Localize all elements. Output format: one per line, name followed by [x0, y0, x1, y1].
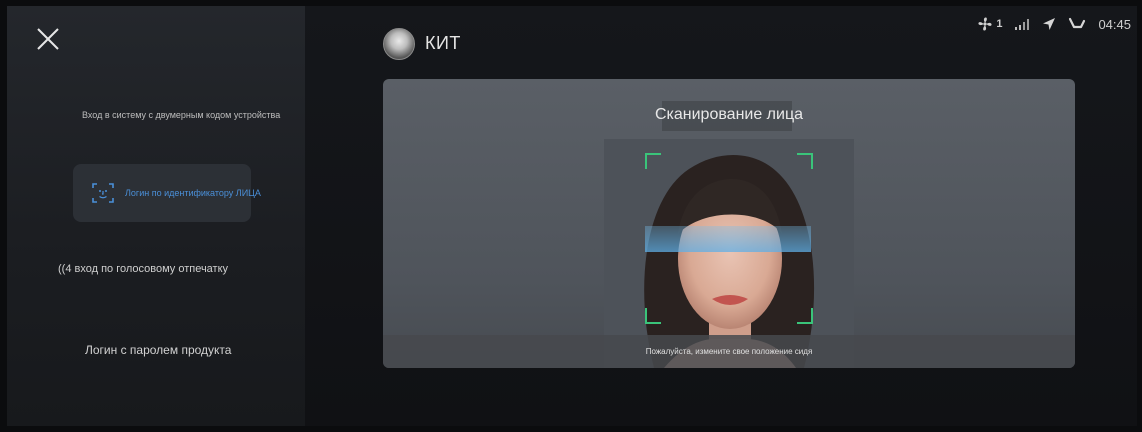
face-scan-icon [91, 181, 115, 205]
face-frame-corner [645, 308, 661, 324]
fan-status: 1 [977, 16, 1002, 32]
login-option-label: Логин по идентификатору ЛИЦА [125, 188, 261, 198]
scan-hint-text: Пожалуйста, измените свое положение сидя [645, 347, 813, 356]
user-name: КИТ [425, 33, 461, 53]
login-option-label: Вход в систему с двумерным кодом устройс… [82, 110, 281, 120]
signal-icon [1015, 19, 1030, 30]
close-button[interactable] [35, 26, 61, 52]
login-option-label: ((4 вход по голосовому отпечатку [58, 263, 229, 275]
login-option-face-id[interactable]: Логин по идентификатору ЛИЦА [73, 164, 261, 222]
scan-line-overlay [645, 226, 811, 252]
close-icon [37, 28, 59, 50]
face-frame-corner [645, 153, 661, 169]
login-option-voiceprint[interactable]: ((4 вход по голосовому отпечатку [58, 263, 228, 275]
clock-time: 04:45 [1098, 16, 1131, 32]
status-bar: 1 04:45 [977, 16, 1131, 32]
login-option-password[interactable]: Логин с паролем продукта [85, 343, 231, 357]
fan-icon [978, 17, 992, 31]
login-option-qr-code[interactable]: Вход в систему с двумерным кодом устройс… [82, 110, 280, 120]
location-arrow-icon [1043, 18, 1056, 30]
login-option-label: Логин с паролем продукта [85, 343, 232, 357]
face-frame-corner [797, 308, 813, 324]
seat-icon [1069, 17, 1086, 29]
login-method-sidebar: Вход в систему с двумерным кодом устройс… [7, 6, 305, 426]
face-frame-corner [797, 153, 813, 169]
user-avatar[interactable] [383, 28, 415, 60]
face-camera-preview [604, 139, 854, 368]
face-scan-panel: Сканирование лица Пожалуйста, измените с… [383, 79, 1075, 368]
fan-level: 1 [996, 18, 1003, 30]
scan-title: Сканирование лица [654, 106, 804, 123]
app-screen: Вход в систему с двумерным кодом устройс… [7, 6, 1137, 426]
